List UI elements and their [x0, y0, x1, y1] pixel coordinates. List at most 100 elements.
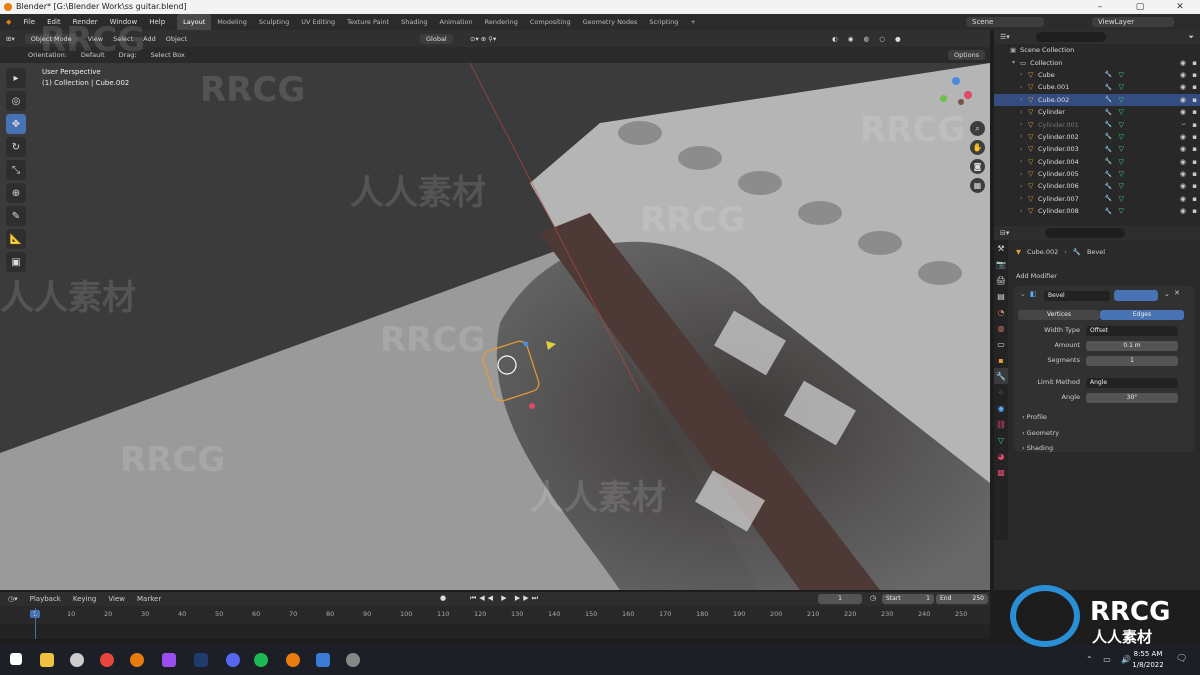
select-menu[interactable]: Select [113, 35, 133, 43]
texture-tab-icon[interactable]: ▩ [994, 464, 1008, 480]
shading-mode-icons[interactable]: ◐ ◉ ◍ ○ ● [832, 35, 905, 43]
output-tab-icon[interactable]: 🖨 [994, 272, 1008, 288]
marker-menu[interactable]: Marker [137, 595, 161, 603]
browser-icon[interactable] [70, 653, 84, 667]
gizmo-neg-x-icon[interactable] [958, 99, 964, 105]
expand-arrow-icon[interactable]: › [1020, 84, 1028, 91]
render-camera-icon[interactable]: ▪ [1192, 158, 1197, 166]
limit-method-selector[interactable]: Angle [1086, 378, 1178, 388]
mesh-data-icon[interactable]: ▽ [1119, 83, 1124, 91]
tab-shading[interactable]: Shading [395, 14, 433, 30]
modifier-wrench-icon[interactable]: 🔧 [1105, 195, 1112, 202]
modifier-toggle-icons[interactable] [1114, 290, 1158, 301]
modifier-dropdown-icon[interactable]: ⌄ [1164, 290, 1170, 298]
tab-uv-editing[interactable]: UV Editing [295, 14, 341, 30]
data-tab-icon[interactable]: ▽ [994, 432, 1008, 448]
geometry-section[interactable]: › Geometry [1022, 429, 1059, 437]
navigation-gizmo[interactable] [936, 71, 976, 111]
end-frame-field[interactable]: End 250 [936, 594, 988, 604]
editor-type-icon[interactable]: ⊞▾ [6, 35, 15, 43]
timeline-track-area[interactable] [0, 624, 990, 639]
annotate-tool-icon[interactable]: ✎ [6, 206, 26, 226]
visibility-eye-icon[interactable]: ◉ [1180, 83, 1186, 91]
filter-icon[interactable]: ⏷ [1188, 33, 1200, 42]
add-modifier-button[interactable]: Add Modifier [1016, 272, 1057, 280]
notification-icon[interactable]: 🗨 [1176, 654, 1187, 664]
object-tab-icon[interactable]: ▪ [994, 352, 1008, 368]
tab-rendering[interactable]: Rendering [479, 14, 524, 30]
modifier-wrench-icon[interactable]: 🔧 [1105, 96, 1112, 103]
scale-tool-icon[interactable]: ⤡ [6, 160, 26, 180]
playback-controls[interactable]: ⏮◀◀ ▶ ▶▶⏭ [470, 594, 541, 603]
collection-row[interactable]: ▾ ▭ Collection ◉ ▪ [994, 56, 1200, 68]
add-cube-tool-icon[interactable]: ▣ [6, 252, 26, 272]
amount-field[interactable]: 0.1 m [1086, 341, 1178, 351]
material-tab-icon[interactable]: ◕ [994, 448, 1008, 464]
windows-start-icon[interactable] [10, 653, 22, 665]
timeline-view-menu[interactable]: View [108, 595, 125, 603]
expand-arrow-icon[interactable]: › [1020, 71, 1028, 78]
gizmo-z-icon[interactable] [952, 77, 960, 85]
render-camera-icon[interactable]: ▪ [1192, 96, 1197, 104]
scene-tab-icon[interactable]: ◔ [994, 304, 1008, 320]
spotify-icon[interactable] [254, 653, 268, 667]
visibility-eye-icon[interactable]: ◉ [1180, 170, 1186, 178]
timeline-editor-icon[interactable]: ◷▾ [8, 595, 18, 603]
properties-search-input[interactable] [1045, 228, 1126, 238]
render-camera-icon[interactable]: ▪ [1192, 170, 1197, 178]
view-layer-tab-icon[interactable]: ▤ [994, 288, 1008, 304]
physics-tab-icon[interactable]: ◉ [994, 400, 1008, 416]
render-camera-icon[interactable]: ▪ [1192, 121, 1197, 129]
outliner-item[interactable]: › ▽ Cylinder.003 🔧 ▽ ◉ ▪ [994, 143, 1200, 155]
modifier-wrench-icon[interactable]: 🔧 [1105, 146, 1112, 153]
expand-arrow-icon[interactable]: › [1020, 96, 1028, 103]
expand-arrow-icon[interactable]: › [1020, 195, 1028, 202]
modifier-wrench-icon[interactable]: 🔧 [1105, 121, 1112, 128]
expand-arrow-icon[interactable]: › [1020, 208, 1028, 215]
current-frame-field[interactable]: 1 [818, 594, 862, 604]
menu-edit[interactable]: Edit [41, 18, 67, 26]
menu-window[interactable]: Window [104, 18, 144, 26]
zoom-icon[interactable]: ⌕ [970, 121, 985, 136]
camera-view-icon[interactable]: ◙ [970, 159, 985, 174]
outliner-item[interactable]: › ▽ Cube.002 🔧 ▽ ◉ ▪ [994, 93, 1200, 106]
expand-arrow-icon[interactable]: › [1020, 183, 1028, 190]
profile-section[interactable]: › Profile [1022, 413, 1047, 421]
blender-taskbar-icon[interactable] [130, 653, 144, 667]
close-button[interactable]: ✕ [1160, 0, 1200, 14]
visibility-eye-icon[interactable]: ◉ [1180, 96, 1186, 104]
angle-field[interactable]: 30° [1086, 393, 1178, 403]
tab-animation[interactable]: Animation [434, 14, 479, 30]
outliner-item[interactable]: › ▽ Cube.001 🔧 ▽ ◉ ▪ [994, 81, 1200, 93]
modifier-wrench-icon[interactable]: 🔧 [1105, 109, 1112, 116]
modifier-wrench-icon[interactable]: 🔧 [1105, 171, 1112, 178]
segments-field[interactable]: 1 [1086, 356, 1178, 366]
visibility-eye-icon[interactable]: ◉ [1180, 182, 1186, 190]
scene-selector[interactable]: Scene [966, 17, 1044, 27]
mesh-data-icon[interactable]: ▽ [1119, 121, 1124, 129]
collection-tab-icon[interactable]: ▭ [994, 336, 1008, 352]
outliner-item[interactable]: › ▽ Cylinder.008 🔧 ▽ ◉ ▪ [994, 205, 1200, 217]
record-icon[interactable]: ● [440, 594, 446, 602]
modifier-wrench-icon[interactable]: 🔧 [1105, 133, 1112, 140]
modifier-wrench-icon[interactable]: 🔧 [1105, 71, 1112, 78]
chrome-icon[interactable] [100, 653, 114, 667]
mesh-data-icon[interactable]: ▽ [1119, 207, 1124, 215]
playhead[interactable] [35, 608, 36, 639]
minimize-button[interactable]: – [1080, 0, 1120, 14]
cursor-tool-icon[interactable]: ◎ [6, 91, 26, 111]
tab-modeling[interactable]: Modeling [211, 14, 253, 30]
expand-arrow-icon[interactable]: › [1020, 158, 1028, 165]
mesh-data-icon[interactable]: ▽ [1119, 71, 1124, 79]
outliner-item[interactable]: › ▽ Cylinder.001 🔧 ▽ ⌣ ▪ [994, 118, 1200, 130]
render-camera-icon[interactable]: ▪ [1192, 145, 1197, 153]
outliner-item[interactable]: › ▽ Cube 🔧 ▽ ◉ ▪ [994, 69, 1200, 81]
transform-orientation-selector[interactable]: Global [420, 33, 453, 44]
particles-tab-icon[interactable]: ⁘ [994, 384, 1008, 400]
mesh-data-icon[interactable]: ▽ [1119, 182, 1124, 190]
affect-vertices-button[interactable]: Vertices [1018, 310, 1100, 320]
tab-geometry-nodes[interactable]: Geometry Nodes [577, 14, 644, 30]
move-tool-icon[interactable]: ✥ [6, 114, 26, 134]
gizmo-y-icon[interactable] [940, 95, 947, 102]
mesh-data-icon[interactable]: ▽ [1119, 133, 1124, 141]
